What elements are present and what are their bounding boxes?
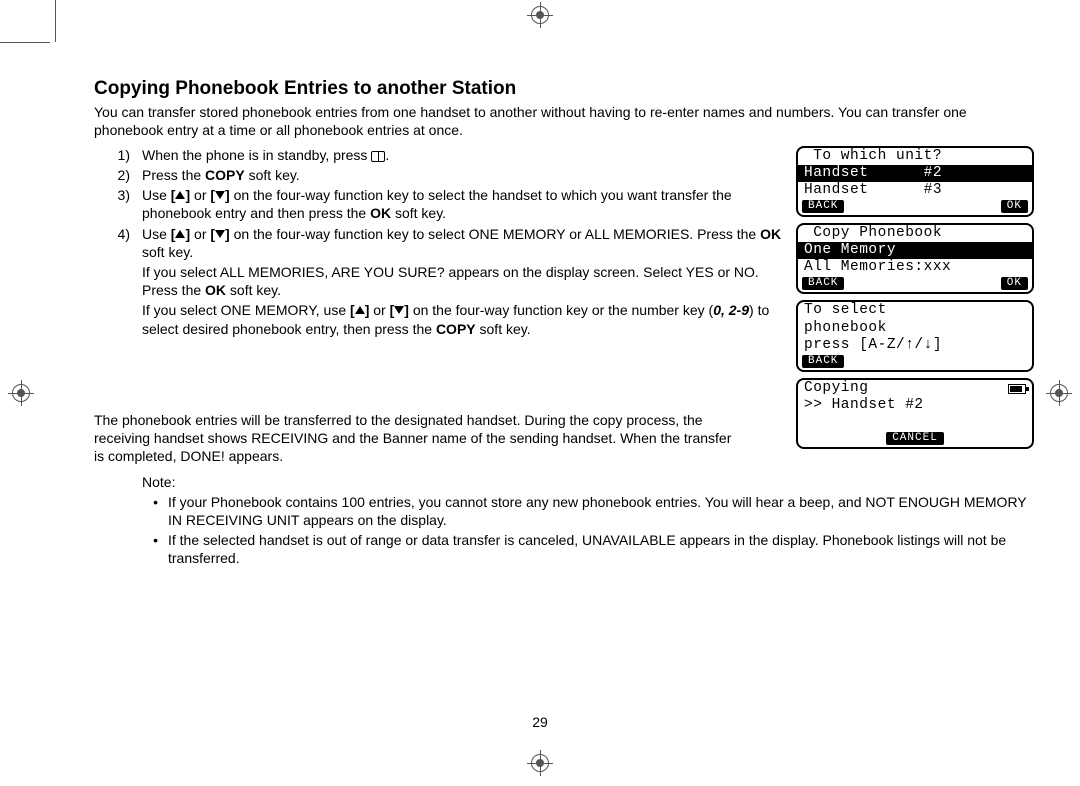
softkey-ok: OK (1001, 200, 1028, 213)
lcd-line: To which unit? (798, 148, 1032, 165)
step-text: or (190, 187, 210, 203)
step-text: or (369, 302, 389, 318)
step-text: on the four-way function key to select O… (230, 226, 760, 242)
down-arrow-icon (215, 191, 225, 199)
intro-paragraph: You can transfer stored phonebook entrie… (94, 104, 1034, 140)
key-name: OK (760, 226, 781, 242)
up-arrow-icon (175, 230, 185, 238)
step-text: When the phone is in standby, press (142, 147, 371, 163)
lcd-line: All Memories:xxx (798, 259, 1032, 276)
step-number: 2) (94, 166, 142, 184)
step-4: 4) Use [] or [] on the four-way function… (94, 225, 782, 338)
section-heading: Copying Phonebook Entries to another Sta… (94, 78, 1034, 100)
lcd-line-selected: One Memory (798, 242, 1032, 259)
step-text: soft key. (245, 167, 300, 183)
lcd-line: Copying (804, 380, 868, 397)
lcd-line: Copy Phonebook (798, 225, 1032, 242)
lcd-screen-select-entry: To select phonebook press [A-Z/↑/↓] BACK (796, 300, 1034, 371)
page-content: Copying Phonebook Entries to another Sta… (94, 78, 1034, 569)
step-text: soft key. (226, 282, 281, 298)
note-text: If the selected handset is out of range … (168, 531, 1034, 567)
note-item: •If the selected handset is out of range… (94, 531, 1034, 567)
instruction-column: 1) When the phone is in standby, press .… (94, 146, 782, 455)
crop-mark (55, 0, 56, 42)
lcd-line-selected: Handset #2 (798, 165, 1032, 182)
step-text: Press the (142, 167, 205, 183)
note-block: Note: •If your Phonebook contains 100 en… (94, 474, 1034, 568)
step-3: 3) Use [] or [] on the four-way function… (94, 186, 782, 222)
result-paragraph: The phonebook entries will be transferre… (94, 411, 744, 466)
crop-mark (0, 42, 50, 43)
note-item: •If your Phonebook contains 100 entries,… (94, 493, 1034, 529)
step-number: 1) (94, 146, 142, 164)
note-text: If your Phonebook contains 100 entries, … (168, 493, 1034, 529)
step-text: Use (142, 226, 171, 242)
up-arrow-icon (175, 191, 185, 199)
step-text: or (190, 226, 210, 242)
softkey-ok: OK (1001, 277, 1028, 290)
step-text: soft key. (142, 244, 193, 260)
key-name: OK (205, 282, 226, 298)
step-text: If you select ONE MEMORY, use (142, 302, 350, 318)
lcd-line: phonebook (798, 320, 1032, 337)
key-name: COPY (205, 167, 245, 183)
down-arrow-icon (394, 306, 404, 314)
registration-mark-icon (531, 754, 549, 772)
lcd-screen-copying: Copying >> Handset #2 CANCEL (796, 378, 1034, 449)
lcd-screen-unit-select: To which unit? Handset #2 Handset #3 BAC… (796, 146, 1034, 217)
step-text: Use (142, 187, 171, 203)
key-name: OK (370, 205, 391, 221)
lcd-line: To select (798, 302, 1032, 319)
step-text: . (385, 147, 389, 163)
lcd-screens-column: To which unit? Handset #2 Handset #3 BAC… (796, 146, 1034, 455)
up-arrow-icon (355, 306, 365, 314)
battery-icon (1008, 384, 1026, 394)
softkey-back: BACK (802, 200, 844, 213)
registration-mark-icon (1050, 384, 1068, 402)
lcd-screen-copy-menu: Copy Phonebook One Memory All Memories:x… (796, 223, 1034, 294)
key-name: COPY (436, 321, 476, 337)
page-number: 29 (532, 714, 548, 730)
lcd-line: Handset #3 (798, 182, 1032, 199)
step-number: 3) (94, 186, 142, 222)
phonebook-icon (371, 151, 385, 162)
key-range: 0, 2-9 (713, 302, 749, 318)
step-text: soft key. (476, 321, 531, 337)
step-1: 1) When the phone is in standby, press . (94, 146, 782, 164)
step-number: 4) (94, 225, 142, 338)
lcd-line: press [A-Z/↑/↓] (798, 337, 1032, 354)
step-text: soft key. (391, 205, 446, 221)
lcd-line: >> Handset #2 (798, 397, 1032, 414)
step-2: 2) Press the COPY soft key. (94, 166, 782, 184)
down-arrow-icon (215, 230, 225, 238)
step-text: on the four-way function key or the numb… (409, 302, 713, 318)
registration-mark-icon (531, 6, 549, 24)
softkey-back: BACK (802, 355, 844, 368)
registration-mark-icon (12, 384, 30, 402)
softkey-cancel: CANCEL (886, 432, 944, 445)
softkey-back: BACK (802, 277, 844, 290)
note-label: Note: (142, 474, 1034, 490)
